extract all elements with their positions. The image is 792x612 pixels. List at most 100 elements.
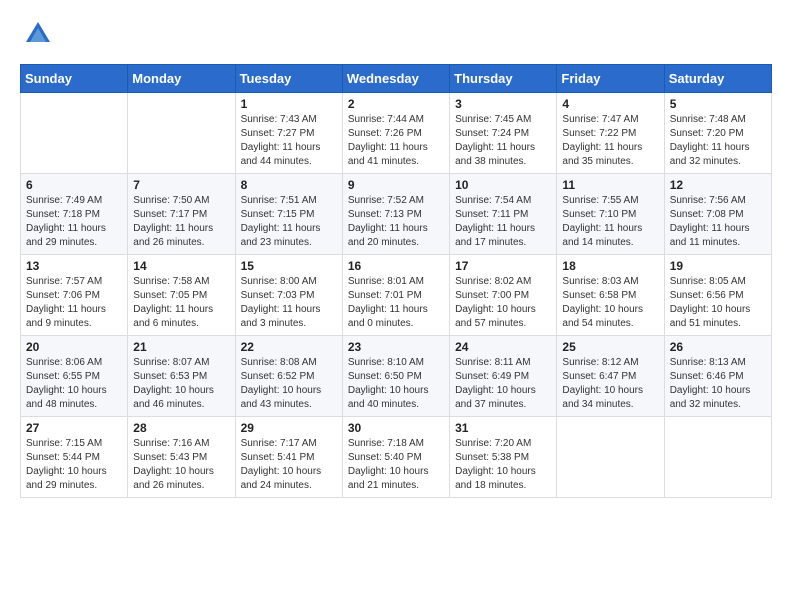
day-info: Sunrise: 7:44 AM Sunset: 7:26 PM Dayligh… <box>348 113 444 169</box>
calendar-cell: 2 Sunrise: 7:44 AM Sunset: 7:26 PM Daylig… <box>342 93 449 174</box>
calendar-cell: 1 Sunrise: 7:43 AM Sunset: 7:27 PM Daylig… <box>235 93 342 174</box>
day-number: 28 <box>133 421 229 435</box>
day-info: Sunrise: 8:12 AM Sunset: 6:47 PM Dayligh… <box>562 356 658 412</box>
day-number: 24 <box>455 340 551 354</box>
day-number: 22 <box>241 340 337 354</box>
calendar-cell: 9Sunrise: 7:52 AM Sunset: 7:13 PM Daylig… <box>342 174 449 255</box>
day-number: 14 <box>133 259 229 273</box>
day-number: 21 <box>133 340 229 354</box>
column-header-wednesday: Wednesday <box>342 65 449 93</box>
day-info: Sunrise: 8:03 AM Sunset: 6:58 PM Dayligh… <box>562 275 658 331</box>
day-number: 30 <box>348 421 444 435</box>
day-number: 23 <box>348 340 444 354</box>
logo <box>20 20 52 48</box>
column-header-friday: Friday <box>557 65 664 93</box>
day-info: Sunrise: 8:05 AM Sunset: 6:56 PM Dayligh… <box>670 275 766 331</box>
day-number: 10 <box>455 178 551 192</box>
day-number: 7 <box>133 178 229 192</box>
calendar-cell: 23 Sunrise: 8:10 AM Sunset: 6:50 PM Dayli… <box>342 336 449 417</box>
calendar-cell: 7 Sunrise: 7:50 AM Sunset: 7:17 PM Daylig… <box>128 174 235 255</box>
day-info: Sunrise: 8:08 AM Sunset: 6:52 PM Dayligh… <box>241 356 337 412</box>
column-header-saturday: Saturday <box>664 65 771 93</box>
calendar-cell: 11 Sunrise: 7:55 AM Sunset: 7:10 PM Dayli… <box>557 174 664 255</box>
day-number: 6 <box>26 178 122 192</box>
calendar-cell: 6 Sunrise: 7:49 AM Sunset: 7:18 PM Daylig… <box>21 174 128 255</box>
day-number: 8 <box>241 178 337 192</box>
day-info: Sunrise: 7:54 AM Sunset: 7:11 PM Dayligh… <box>455 194 551 250</box>
day-info: Sunrise: 8:06 AM Sunset: 6:55 PM Dayligh… <box>26 356 122 412</box>
calendar-cell: 3Sunrise: 7:45 AM Sunset: 7:24 PM Daylig… <box>450 93 557 174</box>
calendar-cell: 28Sunrise: 7:16 AM Sunset: 5:43 PM Dayli… <box>128 417 235 498</box>
day-info: Sunrise: 7:57 AM Sunset: 7:06 PM Dayligh… <box>26 275 122 331</box>
calendar-cell: 4 Sunrise: 7:47 AM Sunset: 7:22 PM Daylig… <box>557 93 664 174</box>
day-number: 1 <box>241 97 337 111</box>
calendar-cell: 5 Sunrise: 7:48 AM Sunset: 7:20 PM Daylig… <box>664 93 771 174</box>
day-info: Sunrise: 7:55 AM Sunset: 7:10 PM Dayligh… <box>562 194 658 250</box>
day-info: Sunrise: 7:15 AM Sunset: 5:44 PM Dayligh… <box>26 437 122 493</box>
calendar-week-row: 20 Sunrise: 8:06 AM Sunset: 6:55 PM Dayli… <box>21 336 772 417</box>
calendar-cell: 14 Sunrise: 7:58 AM Sunset: 7:05 PM Dayli… <box>128 255 235 336</box>
logo-icon <box>24 20 52 48</box>
day-info: Sunrise: 8:10 AM Sunset: 6:50 PM Dayligh… <box>348 356 444 412</box>
day-number: 31 <box>455 421 551 435</box>
calendar-week-row: 1 Sunrise: 7:43 AM Sunset: 7:27 PM Daylig… <box>21 93 772 174</box>
calendar-cell: 15 Sunrise: 8:00 AM Sunset: 7:03 PM Dayli… <box>235 255 342 336</box>
day-info: Sunrise: 7:17 AM Sunset: 5:41 PM Dayligh… <box>241 437 337 493</box>
calendar-cell: 21Sunrise: 8:07 AM Sunset: 6:53 PM Dayli… <box>128 336 235 417</box>
day-info: Sunrise: 7:58 AM Sunset: 7:05 PM Dayligh… <box>133 275 229 331</box>
day-info: Sunrise: 7:49 AM Sunset: 7:18 PM Dayligh… <box>26 194 122 250</box>
calendar-cell: 10 Sunrise: 7:54 AM Sunset: 7:11 PM Dayli… <box>450 174 557 255</box>
calendar-cell <box>128 93 235 174</box>
calendar-cell: 16 Sunrise: 8:01 AM Sunset: 7:01 PM Dayli… <box>342 255 449 336</box>
calendar-cell: 31 Sunrise: 7:20 AM Sunset: 5:38 PM Dayli… <box>450 417 557 498</box>
day-number: 18 <box>562 259 658 273</box>
calendar-week-row: 6 Sunrise: 7:49 AM Sunset: 7:18 PM Daylig… <box>21 174 772 255</box>
day-number: 29 <box>241 421 337 435</box>
day-info: Sunrise: 7:43 AM Sunset: 7:27 PM Dayligh… <box>241 113 337 169</box>
calendar-cell: 18 Sunrise: 8:03 AM Sunset: 6:58 PM Dayli… <box>557 255 664 336</box>
calendar-cell: 22 Sunrise: 8:08 AM Sunset: 6:52 PM Dayli… <box>235 336 342 417</box>
day-info: Sunrise: 8:11 AM Sunset: 6:49 PM Dayligh… <box>455 356 551 412</box>
page-header <box>20 20 772 48</box>
day-number: 20 <box>26 340 122 354</box>
day-number: 12 <box>670 178 766 192</box>
calendar-cell: 8 Sunrise: 7:51 AM Sunset: 7:15 PM Daylig… <box>235 174 342 255</box>
calendar-week-row: 27 Sunrise: 7:15 AM Sunset: 5:44 PM Dayli… <box>21 417 772 498</box>
day-info: Sunrise: 8:00 AM Sunset: 7:03 PM Dayligh… <box>241 275 337 331</box>
day-number: 25 <box>562 340 658 354</box>
day-info: Sunrise: 7:56 AM Sunset: 7:08 PM Dayligh… <box>670 194 766 250</box>
calendar-cell: 17Sunrise: 8:02 AM Sunset: 7:00 PM Dayli… <box>450 255 557 336</box>
calendar-header-row: SundayMondayTuesdayWednesdayThursdayFrid… <box>21 65 772 93</box>
day-number: 16 <box>348 259 444 273</box>
column-header-thursday: Thursday <box>450 65 557 93</box>
day-number: 5 <box>670 97 766 111</box>
calendar-cell: 26 Sunrise: 8:13 AM Sunset: 6:46 PM Dayli… <box>664 336 771 417</box>
day-info: Sunrise: 7:48 AM Sunset: 7:20 PM Dayligh… <box>670 113 766 169</box>
day-number: 15 <box>241 259 337 273</box>
column-header-tuesday: Tuesday <box>235 65 342 93</box>
day-number: 13 <box>26 259 122 273</box>
calendar-cell: 24 Sunrise: 8:11 AM Sunset: 6:49 PM Dayli… <box>450 336 557 417</box>
day-info: Sunrise: 7:51 AM Sunset: 7:15 PM Dayligh… <box>241 194 337 250</box>
day-number: 4 <box>562 97 658 111</box>
day-number: 11 <box>562 178 658 192</box>
calendar-cell <box>557 417 664 498</box>
calendar-cell <box>21 93 128 174</box>
calendar-cell: 20 Sunrise: 8:06 AM Sunset: 6:55 PM Dayli… <box>21 336 128 417</box>
column-header-monday: Monday <box>128 65 235 93</box>
calendar-cell: 13 Sunrise: 7:57 AM Sunset: 7:06 PM Dayli… <box>21 255 128 336</box>
day-info: Sunrise: 8:01 AM Sunset: 7:01 PM Dayligh… <box>348 275 444 331</box>
calendar-cell: 19Sunrise: 8:05 AM Sunset: 6:56 PM Dayli… <box>664 255 771 336</box>
day-info: Sunrise: 7:50 AM Sunset: 7:17 PM Dayligh… <box>133 194 229 250</box>
day-info: Sunrise: 7:47 AM Sunset: 7:22 PM Dayligh… <box>562 113 658 169</box>
day-info: Sunrise: 8:13 AM Sunset: 6:46 PM Dayligh… <box>670 356 766 412</box>
calendar-week-row: 13 Sunrise: 7:57 AM Sunset: 7:06 PM Dayli… <box>21 255 772 336</box>
day-info: Sunrise: 7:20 AM Sunset: 5:38 PM Dayligh… <box>455 437 551 493</box>
calendar-cell: 12 Sunrise: 7:56 AM Sunset: 7:08 PM Dayli… <box>664 174 771 255</box>
day-number: 27 <box>26 421 122 435</box>
calendar-cell <box>664 417 771 498</box>
day-number: 17 <box>455 259 551 273</box>
day-number: 2 <box>348 97 444 111</box>
day-number: 26 <box>670 340 766 354</box>
day-info: Sunrise: 7:52 AM Sunset: 7:13 PM Dayligh… <box>348 194 444 250</box>
